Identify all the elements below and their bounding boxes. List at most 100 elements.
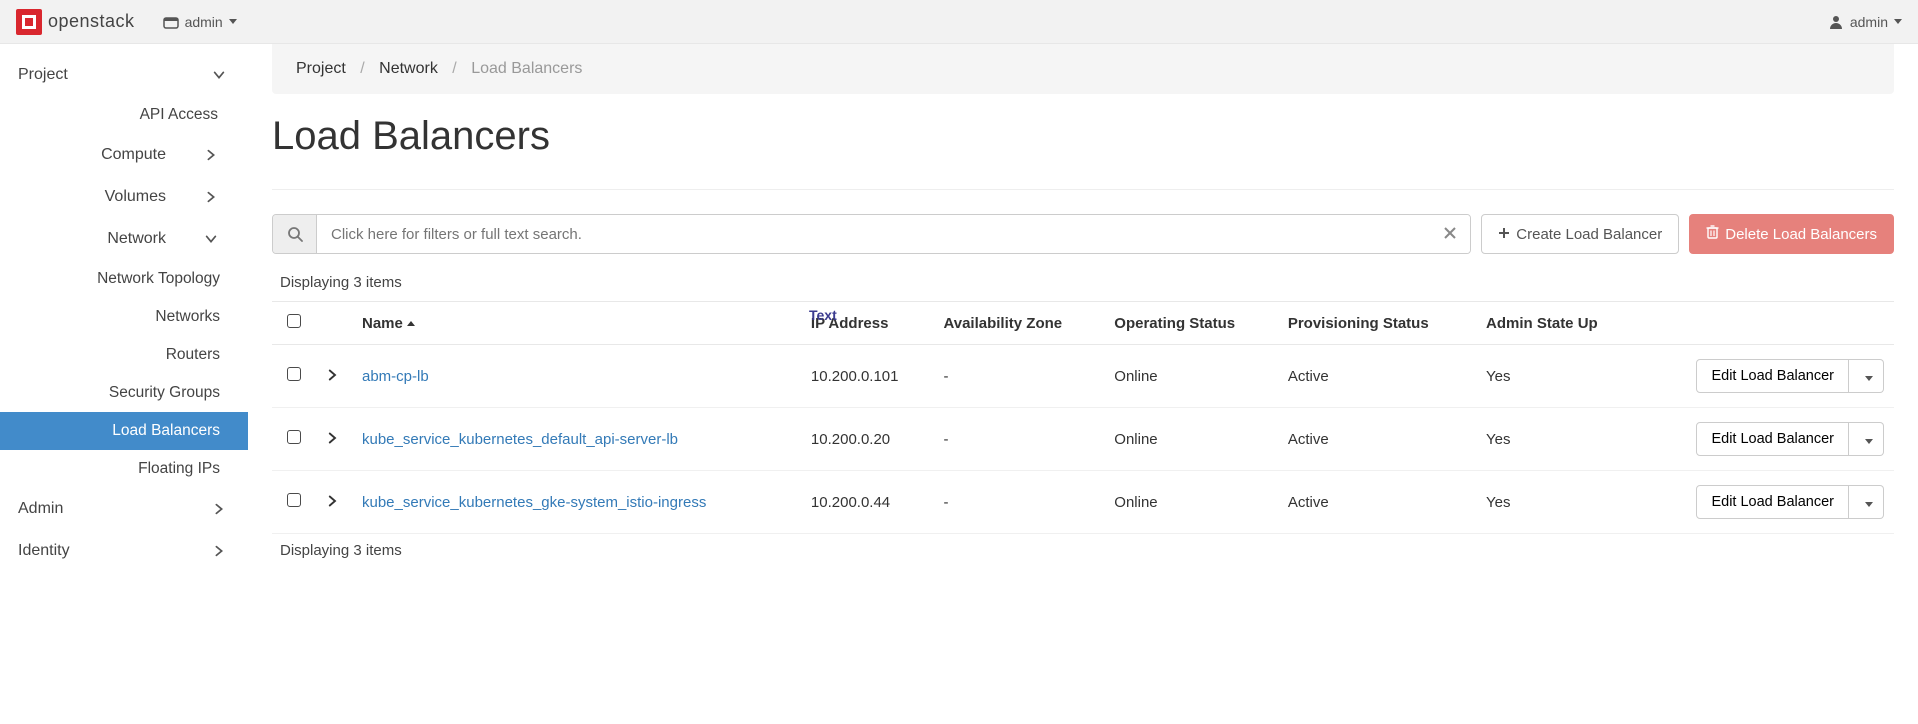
user-menu[interactable]: admin [1828,14,1902,30]
breadcrumb-current: Load Balancers [471,60,582,77]
caret-down-icon [1865,502,1873,507]
cell-admin-up: Yes [1476,345,1638,408]
chevron-right-icon [212,544,226,558]
cell-prov-status: Active [1278,408,1476,471]
sidebar-item-label: Network [107,230,166,248]
row-checkbox[interactable] [287,430,301,444]
top-navbar: openstack admin admin [0,0,1918,44]
sidebar-item-label: Project [18,66,68,84]
create-button-label: Create Load Balancer [1516,226,1662,243]
cell-op-status: Online [1104,345,1278,408]
chevron-down-icon [204,232,218,246]
breadcrumb-project[interactable]: Project [296,60,346,77]
load-balancer-name-link[interactable]: abm-cp-lb [362,368,429,385]
expand-row-button[interactable] [326,369,338,381]
col-ip[interactable]: IP Address [801,302,934,345]
sidebar-item-volumes[interactable]: Volumes [0,176,248,218]
edit-load-balancer-button[interactable]: Edit Load Balancer [1696,422,1849,456]
sidebar-item-load-balancers[interactable]: Load Balancers [0,412,248,450]
breadcrumb-separator: / [360,60,364,77]
sidebar-item-label: Volumes [105,188,166,206]
plus-icon [1498,226,1510,243]
col-admin-state-up[interactable]: Admin State Up [1476,302,1638,345]
delete-button-label: Delete Load Balancers [1725,226,1877,243]
chevron-down-icon [212,68,226,82]
cell-ip: 10.200.0.101 [801,345,934,408]
row-checkbox[interactable] [287,367,301,381]
sort-asc-icon [407,321,415,326]
sidebar-item-identity[interactable]: Identity [0,530,248,572]
row-action-dropdown-toggle[interactable] [1849,485,1884,519]
col-operating-status[interactable]: Operating Status [1104,302,1278,345]
search-clear-button[interactable] [1430,215,1470,253]
sidebar-item-label: Identity [18,542,70,560]
col-name[interactable]: Name [352,302,801,345]
sidebar-item-network[interactable]: Network [0,218,248,260]
user-icon [1828,14,1844,30]
sidebar-item-networks[interactable]: Networks [0,298,248,336]
brand[interactable]: openstack [16,9,135,35]
displaying-count-bottom: Displaying 3 items [280,542,1894,559]
caret-down-icon [229,19,237,24]
cell-admin-up: Yes [1476,408,1638,471]
cell-ip: 10.200.0.20 [801,408,934,471]
sidebar-item-admin[interactable]: Admin [0,488,248,530]
cell-az: - [933,408,1104,471]
row-action-group: Edit Load Balancer [1696,422,1884,456]
table-row: kube_service_kubernetes_gke-system_istio… [272,471,1894,534]
chevron-right-icon [212,502,226,516]
col-availability-zone[interactable]: Availability Zone [933,302,1104,345]
search-icon [273,215,317,253]
load-balancer-name-link[interactable]: kube_service_kubernetes_default_api-serv… [362,431,678,448]
toolbar: Create Load Balancer Delete Load Balance… [272,214,1894,254]
main-content: Project / Network / Load Balancers Load … [248,44,1918,609]
sidebar-item-floating-ips[interactable]: Floating IPs [0,450,248,488]
displaying-count-top: Displaying 3 items [280,274,1894,291]
col-provisioning-status[interactable]: Provisioning Status [1278,302,1476,345]
cell-az: - [933,345,1104,408]
title-separator [272,189,1894,190]
sidebar-item-project[interactable]: Project [0,54,248,96]
table-header-row: Name IP Address Availability Zone Operat… [272,302,1894,345]
table-row: kube_service_kubernetes_default_api-serv… [272,408,1894,471]
breadcrumb: Project / Network / Load Balancers [272,44,1894,94]
sidebar-item-security-groups[interactable]: Security Groups [0,374,248,412]
sidebar-item-label: Compute [101,146,166,164]
breadcrumb-separator: / [452,60,456,77]
chevron-right-icon [204,190,218,204]
trash-icon [1706,225,1719,243]
project-switcher[interactable]: admin [163,14,237,30]
sidebar: Project API Access Compute Volumes Netwo… [0,44,248,609]
cell-op-status: Online [1104,471,1278,534]
project-switcher-label: admin [185,14,223,30]
openstack-logo-icon [16,9,42,35]
close-icon [1443,226,1457,243]
load-balancers-table: Name IP Address Availability Zone Operat… [272,301,1894,534]
row-action-dropdown-toggle[interactable] [1849,422,1884,456]
user-menu-label: admin [1850,14,1888,30]
search-input[interactable] [317,215,1430,253]
page-title: Load Balancers [272,114,1894,159]
expand-row-button[interactable] [326,432,338,444]
row-checkbox[interactable] [287,493,301,507]
edit-load-balancer-button[interactable]: Edit Load Balancer [1696,485,1849,519]
breadcrumb-network[interactable]: Network [379,60,438,77]
expand-row-button[interactable] [326,495,338,507]
sidebar-item-compute[interactable]: Compute [0,134,248,176]
select-all-checkbox[interactable] [287,314,301,328]
search-group [272,214,1471,254]
delete-load-balancers-button[interactable]: Delete Load Balancers [1689,214,1894,254]
chevron-right-icon [204,148,218,162]
sidebar-item-api-access[interactable]: API Access [0,96,248,134]
row-action-dropdown-toggle[interactable] [1849,359,1884,393]
row-action-group: Edit Load Balancer [1696,485,1884,519]
cell-prov-status: Active [1278,345,1476,408]
sidebar-item-network-topology[interactable]: Network Topology [0,260,248,298]
create-load-balancer-button[interactable]: Create Load Balancer [1481,214,1679,254]
edit-load-balancer-button[interactable]: Edit Load Balancer [1696,359,1849,393]
cell-prov-status: Active [1278,471,1476,534]
sidebar-item-routers[interactable]: Routers [0,336,248,374]
sidebar-item-label: Admin [18,500,63,518]
cell-admin-up: Yes [1476,471,1638,534]
load-balancer-name-link[interactable]: kube_service_kubernetes_gke-system_istio… [362,494,706,511]
